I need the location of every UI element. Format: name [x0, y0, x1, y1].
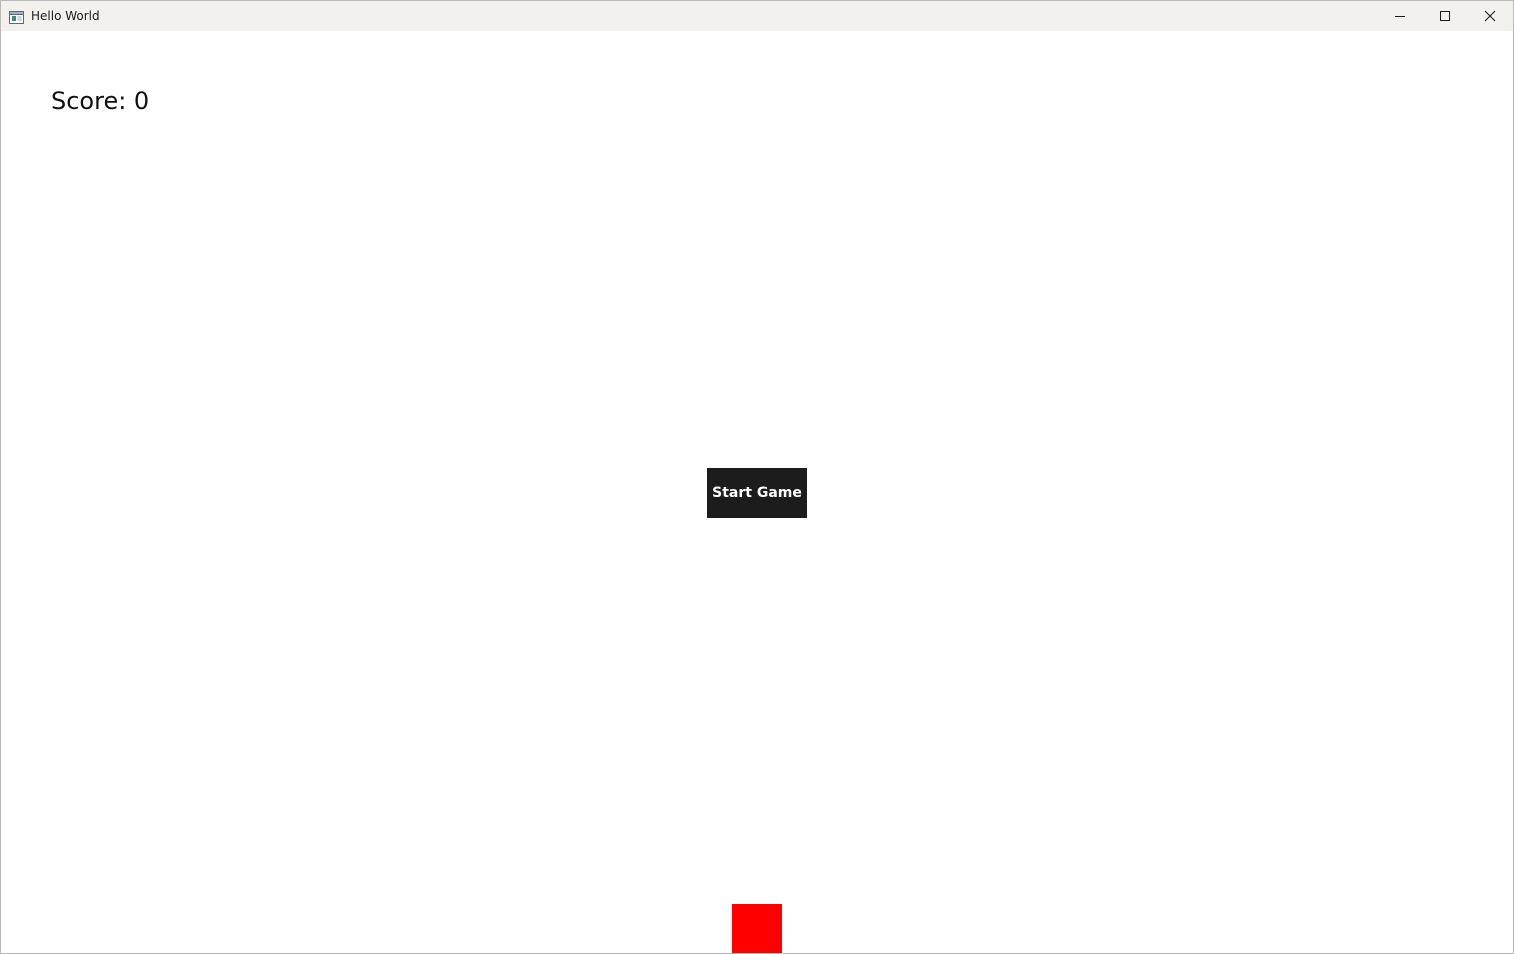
game-canvas[interactable]: Score: 0 Start Game — [1, 31, 1513, 953]
close-button[interactable] — [1467, 1, 1513, 31]
maximize-button[interactable] — [1422, 1, 1468, 31]
title-bar[interactable]: Hello World — [1, 1, 1513, 31]
start-game-button[interactable]: Start Game — [707, 468, 807, 518]
score-label: Score: 0 — [51, 87, 150, 115]
player-block — [732, 904, 782, 953]
app-window-icon — [9, 9, 24, 24]
app-window: Hello World Score: 0 Start Game — [0, 0, 1514, 954]
maximize-icon — [1439, 10, 1451, 22]
minimize-icon — [1394, 10, 1406, 22]
minimize-button[interactable] — [1377, 1, 1423, 31]
window-title: Hello World — [31, 9, 100, 23]
close-icon — [1484, 10, 1496, 22]
